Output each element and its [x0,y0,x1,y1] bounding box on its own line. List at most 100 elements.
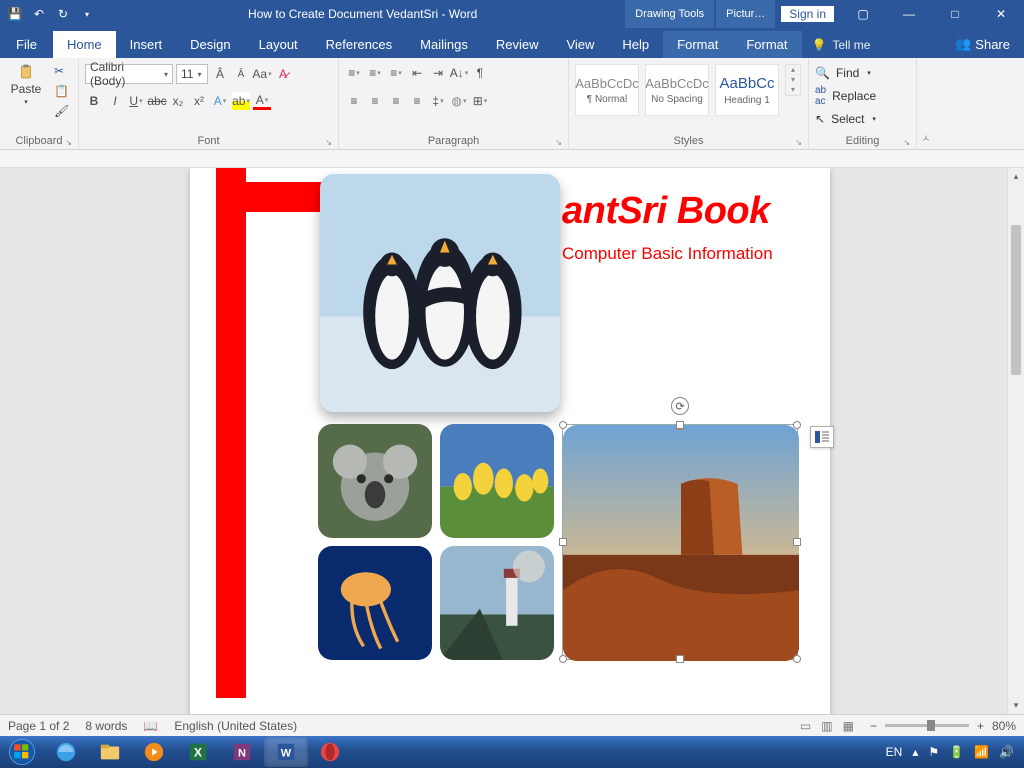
align-left-icon[interactable]: ≡ [345,92,363,110]
task-opera[interactable] [308,737,352,767]
resize-handle[interactable] [793,421,801,429]
layout-options-button[interactable] [810,426,834,448]
show-marks-icon[interactable]: ¶ [471,64,489,82]
tab-home[interactable]: Home [53,31,116,58]
status-page[interactable]: Page 1 of 2 [8,719,69,733]
styles-scroll[interactable]: ▴▾▾ [785,64,801,96]
image-desert[interactable] [563,425,799,661]
zoom-in-icon[interactable]: + [977,719,984,733]
minimize-icon[interactable]: — [886,7,932,21]
print-layout-icon[interactable]: ▥ [821,719,832,733]
document-scroll[interactable]: antSri Book Computer Basic Information [0,168,1007,714]
status-language[interactable]: English (United States) [174,719,297,733]
subscript-icon[interactable]: x₂ [169,92,187,110]
format-painter-button[interactable] [54,104,72,120]
scroll-up-icon[interactable]: ▴ [1008,168,1024,185]
tab-layout[interactable]: Layout [245,31,312,58]
resize-handle[interactable] [676,421,684,429]
image-koala[interactable] [318,424,432,538]
tab-help[interactable]: Help [608,31,663,58]
font-name-combo[interactable]: Calibri (Body)▾ [85,64,173,84]
vertical-scrollbar[interactable]: ▴ ▾ [1007,168,1024,714]
superscript-icon[interactable]: x² [190,92,208,110]
collapse-ribbon-icon[interactable]: ㅅ [917,58,935,149]
style-heading1[interactable]: AaBbCcHeading 1 [715,64,779,116]
task-ie[interactable] [44,737,88,767]
multilevel-icon[interactable]: ≡ [387,64,405,82]
tab-mailings[interactable]: Mailings [406,31,482,58]
paste-button[interactable]: Paste ▾ [6,64,46,106]
image-tulips[interactable] [440,424,554,538]
task-excel[interactable]: X [176,737,220,767]
bullets-icon[interactable]: ≡ [345,64,363,82]
tray-volume-icon[interactable]: 🔊 [999,745,1014,759]
tab-references[interactable]: References [312,31,406,58]
shading-icon[interactable]: ◍ [450,92,468,110]
numbering-icon[interactable]: ≡ [366,64,384,82]
resize-handle[interactable] [559,655,567,663]
undo-icon[interactable]: ↶ [32,7,46,21]
resize-handle[interactable] [559,538,567,546]
rotate-handle-icon[interactable]: ⟳ [671,397,689,415]
close-icon[interactable]: ✕ [978,7,1024,21]
cut-button[interactable] [54,64,72,80]
ribbon-display-icon[interactable]: ▢ [840,7,886,21]
qat-more-icon[interactable]: ▾ [80,7,94,21]
zoom-control[interactable]: − + 80% [870,719,1016,733]
justify-icon[interactable]: ≡ [408,92,426,110]
start-button[interactable] [0,736,44,768]
tab-design[interactable]: Design [176,31,244,58]
share-button[interactable]: 👥Share [941,30,1024,58]
tab-review[interactable]: Review [482,31,553,58]
picture-tools-tab[interactable]: Pictur… [716,0,775,28]
style-nospacing[interactable]: AaBbCcDcNo Spacing [645,64,709,116]
tray-lang[interactable]: EN [886,745,903,759]
image-penguins[interactable] [320,174,560,412]
replace-button[interactable]: abacReplace [815,83,876,109]
italic-icon[interactable]: I [106,92,124,110]
indent-right-icon[interactable]: ⇥ [429,64,447,82]
find-button[interactable]: 🔍Find▾ [815,64,871,82]
status-words[interactable]: 8 words [85,719,127,733]
tell-me[interactable]: 💡Tell me [802,32,881,58]
tab-format-picture[interactable]: Format [732,31,801,58]
web-layout-icon[interactable]: ▦ [843,719,854,733]
strike-icon[interactable]: abc [148,92,166,110]
zoom-level[interactable]: 80% [992,719,1016,733]
drawing-tools-tab[interactable]: Drawing Tools [625,0,714,28]
tab-insert[interactable]: Insert [116,31,177,58]
scroll-thumb[interactable] [1011,225,1021,375]
scroll-down-icon[interactable]: ▾ [1008,697,1024,714]
read-mode-icon[interactable]: ▭ [800,719,811,733]
tray-network-icon[interactable]: 📶 [974,745,989,759]
resize-handle[interactable] [793,655,801,663]
image-lighthouse[interactable] [440,546,554,660]
align-center-icon[interactable]: ≡ [366,92,384,110]
resize-handle[interactable] [793,538,801,546]
copy-button[interactable] [54,84,72,100]
tab-format-drawing[interactable]: Format [663,31,732,58]
resize-handle[interactable] [676,655,684,663]
selected-picture-frame[interactable]: ⟳ [562,424,798,660]
sign-in-button[interactable]: Sign in [781,6,834,22]
borders-icon[interactable]: ⊞ [471,92,489,110]
task-onenote[interactable]: N [220,737,264,767]
bold-icon[interactable]: B [85,92,103,110]
font-size-combo[interactable]: 11▾ [176,64,208,84]
highlight-icon[interactable]: ab [232,92,250,110]
line-spacing-icon[interactable]: ‡ [429,92,447,110]
underline-icon[interactable]: U [127,92,145,110]
tab-file[interactable]: File [0,31,53,58]
tray-up-icon[interactable]: ▴ [912,745,918,759]
text-effects-icon[interactable]: A [211,92,229,110]
shrink-font-icon[interactable]: Ǎ [232,65,250,83]
change-case-icon[interactable]: Aa [253,65,271,83]
image-jellyfish[interactable] [318,546,432,660]
task-word[interactable]: W [264,737,308,767]
font-color-icon[interactable]: A [253,92,271,110]
indent-left-icon[interactable]: ⇤ [408,64,426,82]
maximize-icon[interactable]: □ [932,7,978,21]
zoom-out-icon[interactable]: − [870,719,877,733]
select-button[interactable]: ↖Select▾ [815,110,876,128]
style-normal[interactable]: AaBbCcDc¶ Normal [575,64,639,116]
